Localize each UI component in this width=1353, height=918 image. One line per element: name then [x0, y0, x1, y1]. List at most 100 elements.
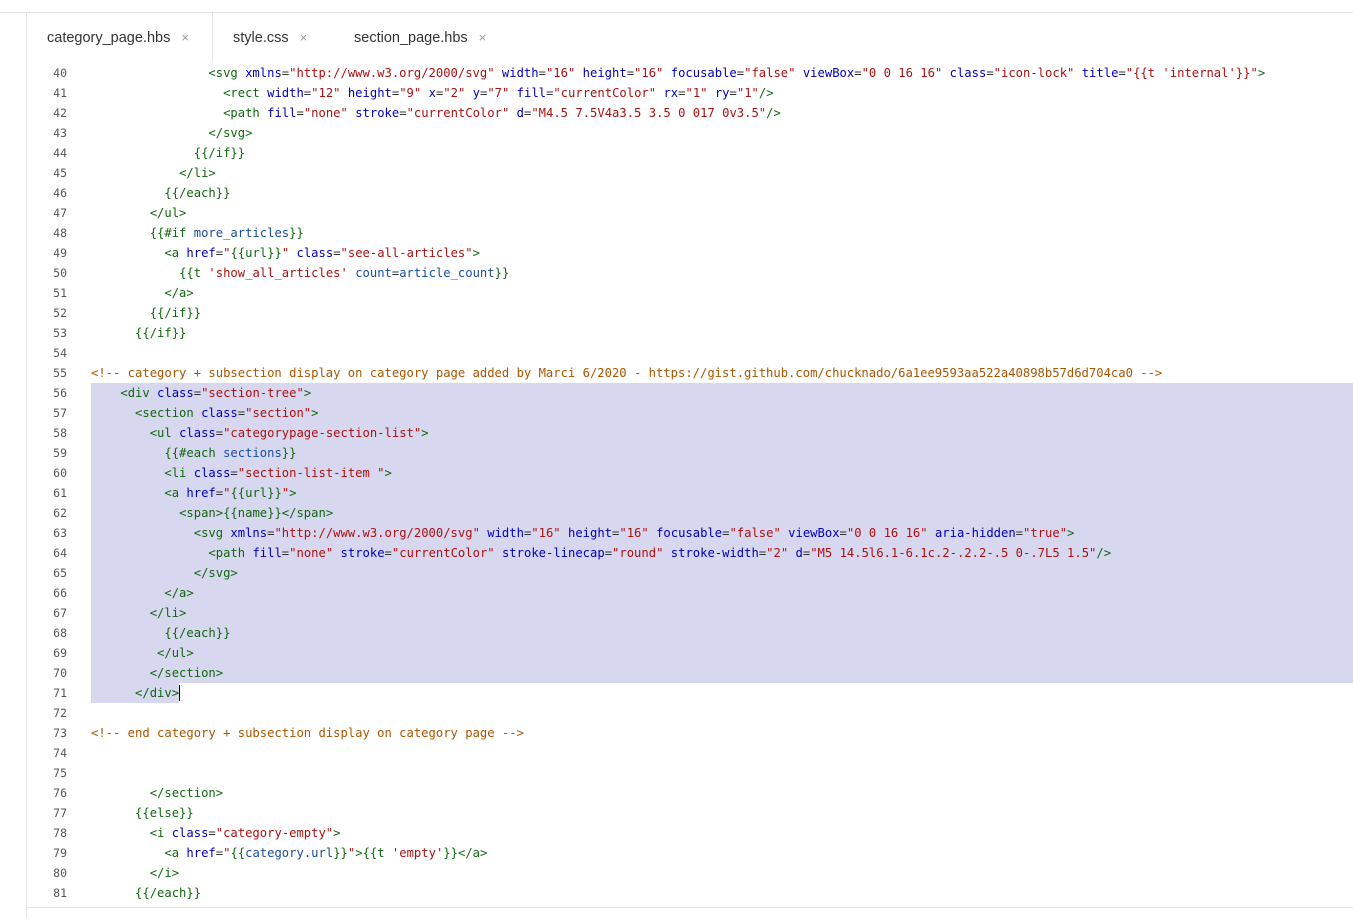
code-line[interactable]: 55 <!-- category + subsection display on … — [27, 363, 1353, 383]
code-token: </a> — [164, 586, 194, 600]
code-line[interactable]: 81 {{/each}} — [27, 883, 1353, 903]
code-line[interactable]: 69 </ul> — [27, 643, 1353, 663]
code-line[interactable]: 58 <ul class="categorypage-section-list"… — [27, 423, 1353, 443]
code-line[interactable]: 76 </section> — [27, 783, 1353, 803]
code-token: "section-list-item " — [237, 466, 385, 480]
code-token: "category-empty" — [215, 826, 334, 840]
tab-category-page[interactable]: category_page.hbs × — [27, 13, 213, 62]
code-token: > — [1067, 526, 1075, 540]
line-number: 50 — [53, 266, 67, 280]
line-number: 74 — [53, 746, 67, 760]
code-token: </a> — [164, 286, 194, 300]
code-token: "currentColor" — [553, 86, 657, 100]
code-token: > — [472, 246, 480, 260]
code-token: = — [215, 486, 224, 500]
tab-section-page[interactable]: section_page.hbs × — [334, 13, 504, 62]
close-icon[interactable]: × — [181, 30, 189, 45]
close-icon[interactable]: × — [479, 30, 487, 45]
code-line[interactable]: 42 <path fill="none" stroke="currentColo… — [27, 103, 1353, 123]
code-line[interactable]: 57 <section class="section"> — [27, 403, 1353, 423]
close-icon[interactable]: × — [300, 30, 308, 45]
code-token: "16" — [619, 526, 649, 540]
code-token: class — [201, 406, 238, 420]
code-line[interactable]: 47 </ul> — [27, 203, 1353, 223]
code-line[interactable]: 79 <a href="{{category.url}}">{{t 'empty… — [27, 843, 1353, 863]
code-text: <path fill="none" stroke="currentColor" … — [91, 103, 781, 123]
code-line[interactable]: 80 </i> — [27, 863, 1353, 883]
code-line[interactable]: 49 <a href="{{url}}" class="see-all-arti… — [27, 243, 1353, 263]
code-line[interactable]: 66 </a> — [27, 583, 1353, 603]
code-editor[interactable]: 40 <svg xmlns = "http://www.w3.org/2000/sv… — [27, 63, 1353, 906]
code-token: <a — [164, 486, 187, 500]
code-line[interactable]: 75 — [27, 763, 1353, 783]
code-token: ry — [714, 86, 730, 100]
code-line[interactable]: 54 — [27, 343, 1353, 363]
line-number: 45 — [53, 166, 67, 180]
code-line[interactable]: 53 {{/if}} — [27, 323, 1353, 343]
code-line[interactable]: 77 {{else}} — [27, 803, 1353, 823]
code-line[interactable]: 41 <rect width="12" height="9" x="2" y="… — [27, 83, 1353, 103]
code-token: <span> — [179, 506, 224, 520]
line-number: 59 — [53, 446, 67, 460]
code-token: </svg> — [208, 126, 253, 140]
code-token: "2" — [766, 546, 789, 560]
editor-bottom-border — [27, 907, 1353, 908]
code-line[interactable]: 74 — [27, 743, 1353, 763]
line-number: 43 — [53, 126, 67, 140]
tab-style-css[interactable]: style.css × — [213, 13, 331, 62]
code-token: "icon-lock" — [993, 66, 1075, 80]
code-token: href — [186, 846, 216, 860]
code-line[interactable]: 44 {{/if}} — [27, 143, 1353, 163]
code-token: {{/each}} — [135, 886, 202, 900]
code-line[interactable]: 59 {{#each sections}} — [27, 443, 1353, 463]
code-token: count — [355, 266, 392, 280]
code-line[interactable]: 67 </li> — [27, 603, 1353, 623]
code-token: class — [157, 386, 194, 400]
code-token: d — [516, 106, 524, 120]
code-token: </svg> — [193, 566, 238, 580]
tab-label: section_page.hbs — [354, 29, 468, 46]
code-line[interactable]: 43 </svg> — [27, 123, 1353, 143]
code-line[interactable]: 73 <!-- end category + subsection display… — [27, 723, 1353, 743]
code-line[interactable]: 45 </li> — [27, 163, 1353, 183]
code-line[interactable]: 62 <span>{{name}}</span> — [27, 503, 1353, 523]
code-line[interactable]: 60 <li class="section-list-item "> — [27, 463, 1353, 483]
code-line[interactable]: 65 </svg> — [27, 563, 1353, 583]
code-line[interactable]: 78 <i class="category-empty"> — [27, 823, 1353, 843]
code-token: = — [296, 106, 304, 120]
code-text: <svg xmlns="http://www.w3.org/2000/svg" … — [91, 523, 1075, 543]
code-line[interactable]: 50 {{t 'show_all_articles' count=article… — [27, 263, 1353, 283]
code-token: focusable — [670, 66, 737, 80]
code-line[interactable]: 61 <a href="{{url}}"> — [27, 483, 1353, 503]
code-line[interactable]: 40 <svg xmlns = "http://www.w3.org/2000/sv… — [27, 63, 1353, 83]
code-token: </div> — [135, 686, 180, 700]
code-text: {{/each}} — [91, 183, 230, 203]
code-token: > — [333, 826, 341, 840]
code-line[interactable]: 68 {{/each}} — [27, 623, 1353, 643]
code-line[interactable]: 63 <svg xmlns = "http://www.w3.org/2000/sv… — [27, 523, 1353, 543]
code-line[interactable]: 70 </section> — [27, 663, 1353, 683]
code-token: {{/each}} — [164, 626, 231, 640]
line-number: 44 — [53, 146, 67, 160]
code-line[interactable]: 52 {{/if}} — [27, 303, 1353, 323]
code-token: {{url}} — [230, 486, 282, 500]
code-token: <section — [135, 406, 202, 420]
code-token: aria-hidden — [934, 526, 1016, 540]
code-text: <!-- category + subsection display on ca… — [91, 363, 1162, 383]
code-text: {{/if}} — [91, 323, 186, 343]
code-token: > — [303, 386, 312, 400]
code-line[interactable]: 48 {{#if more_articles}} — [27, 223, 1353, 243]
code-line[interactable]: 71 </div> — [27, 683, 1353, 703]
code-token: "http://www.w3.org/2000/svg" — [274, 526, 480, 540]
code-token: > — [289, 486, 297, 500]
code-line[interactable]: 56 <div class="section-tree"> — [27, 383, 1353, 403]
code-line[interactable]: 51 </a> — [27, 283, 1353, 303]
code-line[interactable]: 46 {{/each}} — [27, 183, 1353, 203]
code-token: <!-- end category + subsection display o… — [91, 726, 524, 740]
selection-highlight — [91, 563, 1353, 583]
code-line[interactable]: 72 — [27, 703, 1353, 723]
code-line[interactable]: 64 <path fill="none" stroke="currentColo… — [27, 543, 1353, 563]
